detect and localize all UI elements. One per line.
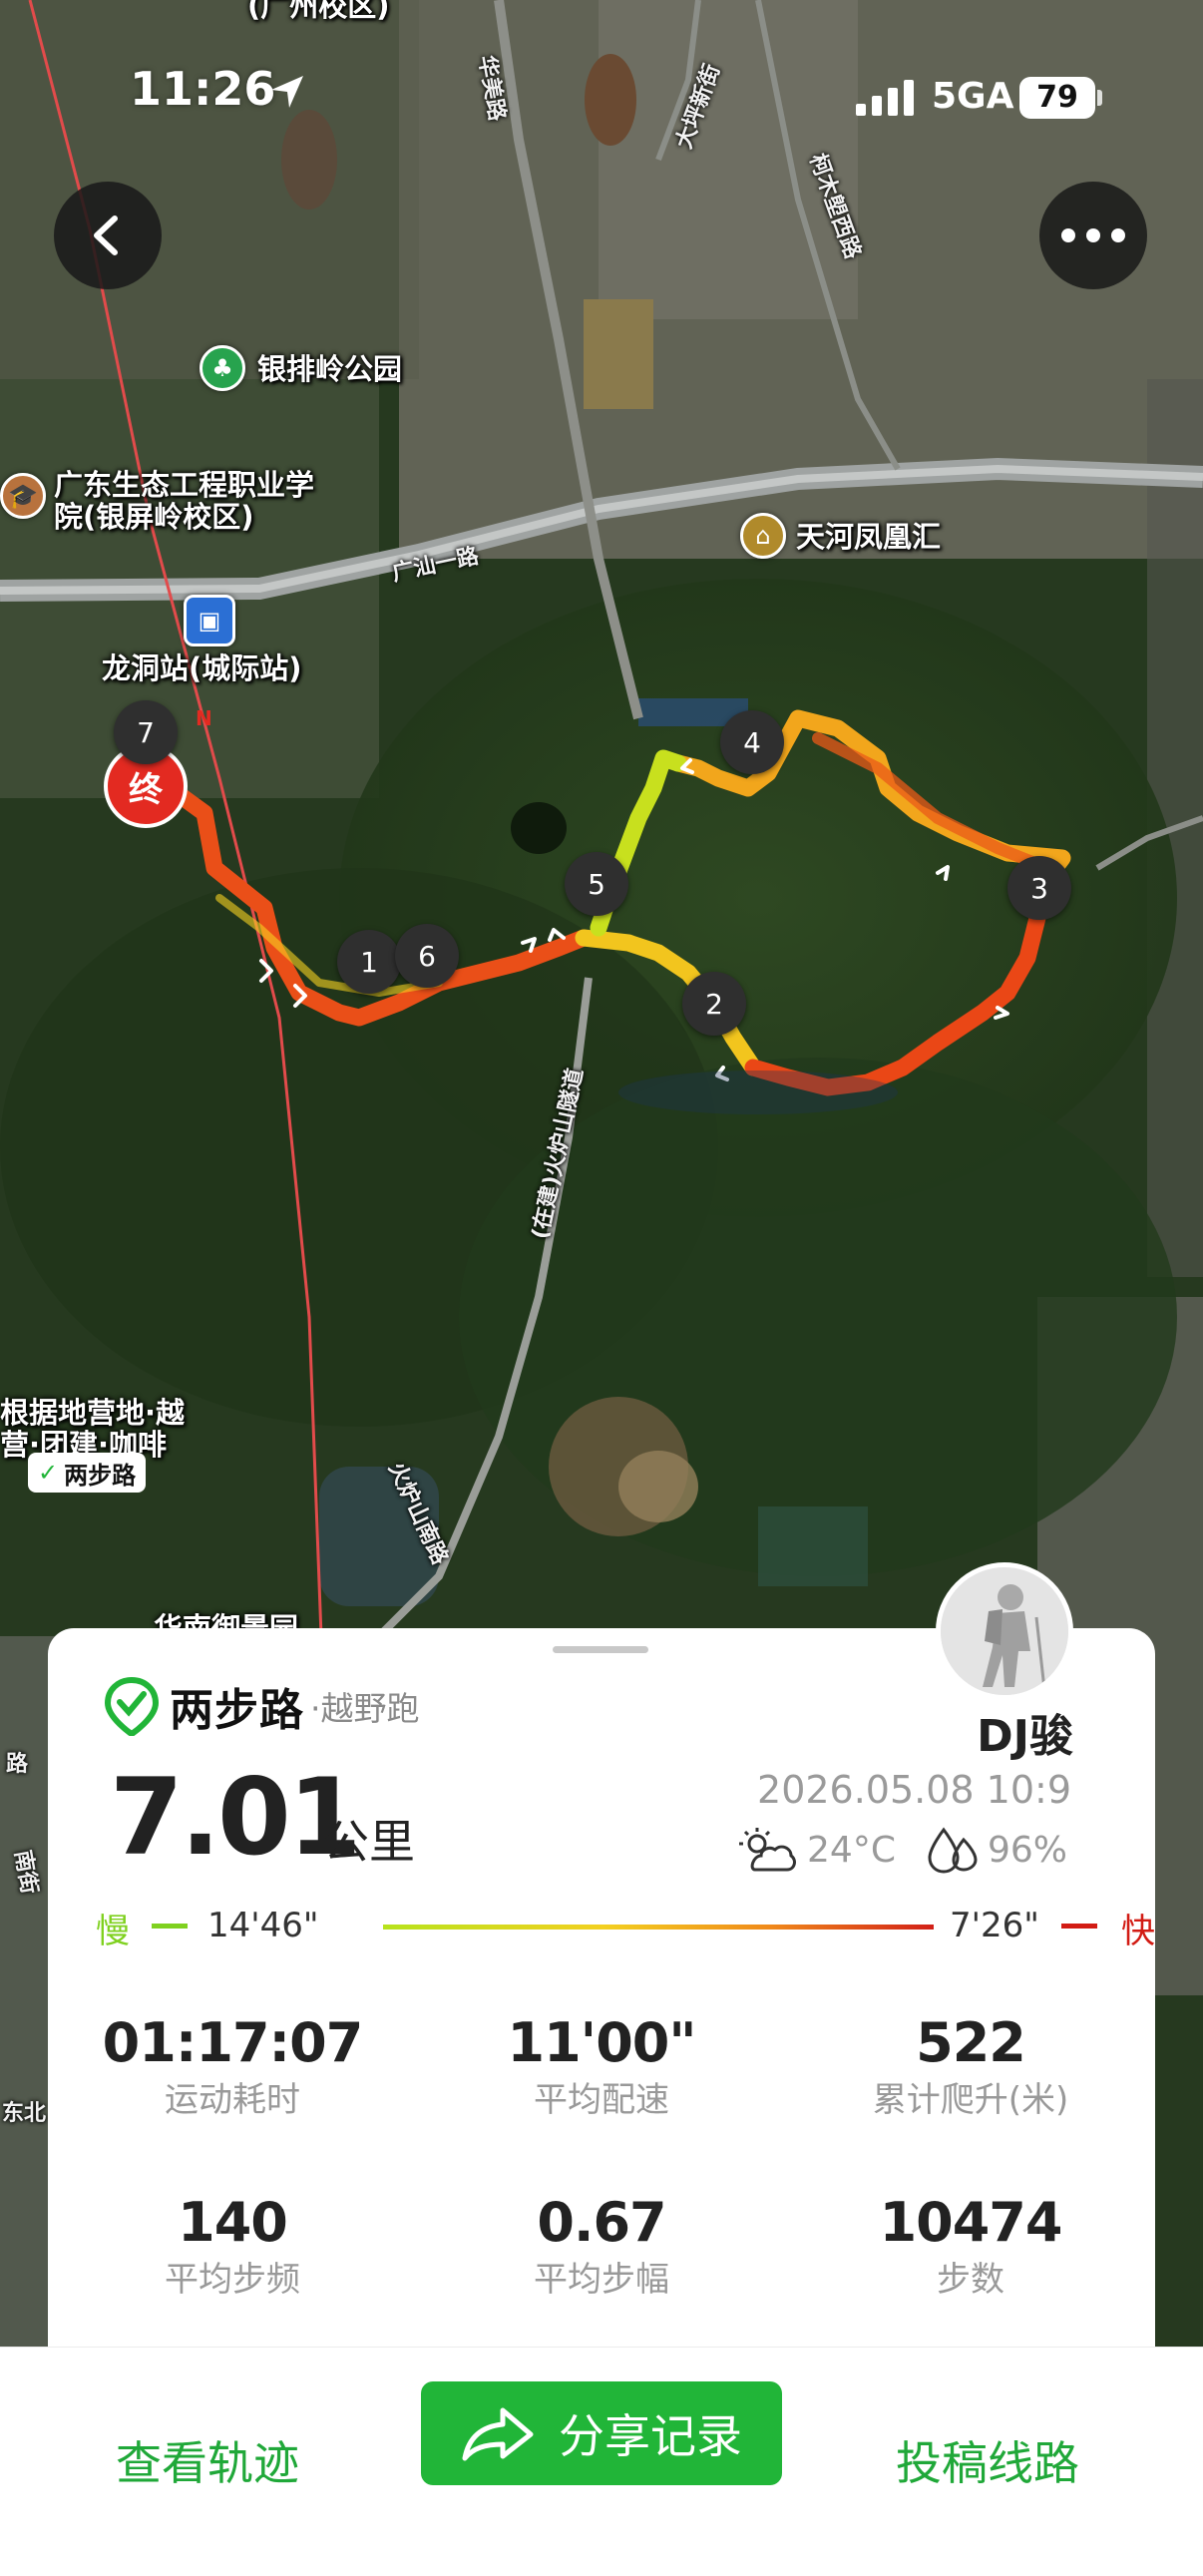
back-button[interactable] — [54, 182, 162, 289]
waypoint-marker-6[interactable]: 6 — [395, 924, 459, 988]
battery-tip — [1097, 90, 1102, 106]
stat-stride: 0.67 平均步幅 — [417, 2191, 786, 2305]
pace-fast-label: 快 — [1121, 1912, 1155, 1951]
more-button[interactable] — [1039, 182, 1147, 289]
stat-label: 平均配速 — [534, 2080, 669, 2120]
humidity: 96% — [987, 1829, 1067, 1871]
signal-icon — [856, 80, 914, 116]
brand-name: 两步路 — [170, 1685, 304, 1736]
brand-logo-icon — [104, 1676, 160, 1736]
camp-brand-text: 两步路 — [64, 1461, 137, 1490]
road-label-left-3: 东北 — [2, 2101, 47, 2126]
stat-cadence: 140 平均步频 — [48, 2191, 417, 2305]
camp-brand-tag: ✓ 两步路 — [28, 1453, 147, 1493]
stat-label: 运动耗时 — [165, 2080, 300, 2120]
map-label-campus: (广州校区) — [247, 0, 390, 23]
map-label-college-2: 院(银屏岭校区) — [54, 500, 254, 534]
road-label-left-1: 路 — [6, 1752, 29, 1777]
distance-value: 7.01 — [110, 1756, 362, 1879]
share-button[interactable]: 分享记录 — [421, 2381, 782, 2485]
stat-label: 平均步频 — [165, 2260, 300, 2300]
stat-steps: 10474 步数 — [786, 2191, 1155, 2305]
waypoint-marker-3[interactable]: 3 — [1007, 856, 1071, 920]
waypoint-marker-4[interactable]: 4 — [720, 710, 784, 774]
pace-slow-value: 14'46" — [207, 1906, 319, 1945]
school-icon: 🎓 — [0, 473, 46, 519]
brand-row: 两步路 ·越野跑 — [104, 1676, 420, 1736]
stat-value: 11'00" — [507, 2011, 697, 2074]
submit-route-button[interactable]: 投稿线路 — [896, 2427, 1079, 2493]
share-icon — [462, 2407, 534, 2461]
tree-icon: ♣ — [200, 345, 245, 391]
shopping-icon: ⌂ — [740, 513, 786, 559]
map-label-station: 龙洞站(城际站) — [102, 651, 302, 685]
end-label: 终 — [129, 769, 163, 810]
location-arrow-icon — [271, 76, 303, 108]
activity-summary-card[interactable]: 两步路 ·越野跑 DJ骏 7.01 公里 2026.05.08 10:9 24°… — [48, 1562, 1155, 2347]
network-type: 5GA — [932, 76, 1014, 117]
waypoint-marker-1[interactable]: 1 — [337, 930, 401, 994]
stat-elevation-gain: 522 累计爬升(米) — [786, 2011, 1155, 2125]
hiker-avatar — [941, 1567, 1068, 1695]
stat-value: 01:17:07 — [102, 2011, 364, 2074]
humidity-icon — [928, 1827, 978, 1874]
pace-fast-value: 7'26" — [950, 1906, 1039, 1945]
bottom-action-bar: 查看轨迹 分享记录 投稿线路 — [0, 2347, 1203, 2576]
status-time: 11:26 — [130, 62, 276, 116]
waypoint-marker-5[interactable]: 5 — [565, 852, 628, 916]
pace-gradient-bar — [383, 1925, 934, 1930]
view-track-button[interactable]: 查看轨迹 — [116, 2427, 299, 2493]
start-badge: N — [196, 706, 212, 730]
waypoint-marker-7[interactable]: 7 — [114, 700, 178, 764]
pace-legend: 慢 14'46" 7'26" 快 — [96, 1900, 1155, 1951]
brand-logo-icon: ✓ — [38, 1459, 59, 1487]
activity-type: ·越野跑 — [310, 1689, 420, 1728]
stat-value: 0.67 — [537, 2191, 666, 2254]
stat-label: 平均步幅 — [534, 2260, 669, 2300]
train-icon: ▣ — [184, 595, 235, 646]
activity-date: 2026.05.08 10:9 — [757, 1768, 1071, 1812]
cloud-sun-icon — [739, 1828, 797, 1872]
username: DJ骏 — [977, 1711, 1073, 1762]
battery-level: 79 — [1019, 77, 1095, 119]
drag-handle[interactable] — [553, 1646, 648, 1653]
stat-value: 522 — [916, 2011, 1026, 2074]
more-icon — [1061, 228, 1125, 242]
map-label-park: 银排岭公园 — [257, 352, 403, 386]
temperature: 24°C — [807, 1829, 896, 1871]
waypoint-marker-2[interactable]: 2 — [682, 972, 746, 1036]
share-label: 分享记录 — [559, 2409, 742, 2463]
weather-row: 24°C 96% — [737, 1822, 1067, 1878]
pace-slow-swatch — [152, 1924, 188, 1929]
pace-slow-label: 慢 — [96, 1912, 130, 1951]
map-label-camp-1: 根据地营地·越 — [0, 1396, 186, 1430]
stat-value: 10474 — [879, 2191, 1063, 2254]
pace-fast-swatch — [1061, 1924, 1097, 1929]
stat-value: 140 — [178, 2191, 288, 2254]
stat-label: 步数 — [937, 2260, 1004, 2300]
stat-label: 累计爬升(米) — [872, 2080, 1069, 2120]
distance-unit: 公里 — [323, 1815, 415, 1869]
stat-duration: 01:17:07 运动耗时 — [48, 2011, 417, 2125]
avatar[interactable] — [936, 1562, 1073, 1700]
map-label-mall: 天河凤凰汇 — [796, 520, 942, 554]
map-label-college-1: 广东生态工程职业学 — [54, 468, 315, 502]
stat-avg-pace: 11'00" 平均配速 — [417, 2011, 786, 2125]
back-icon — [94, 215, 118, 255]
